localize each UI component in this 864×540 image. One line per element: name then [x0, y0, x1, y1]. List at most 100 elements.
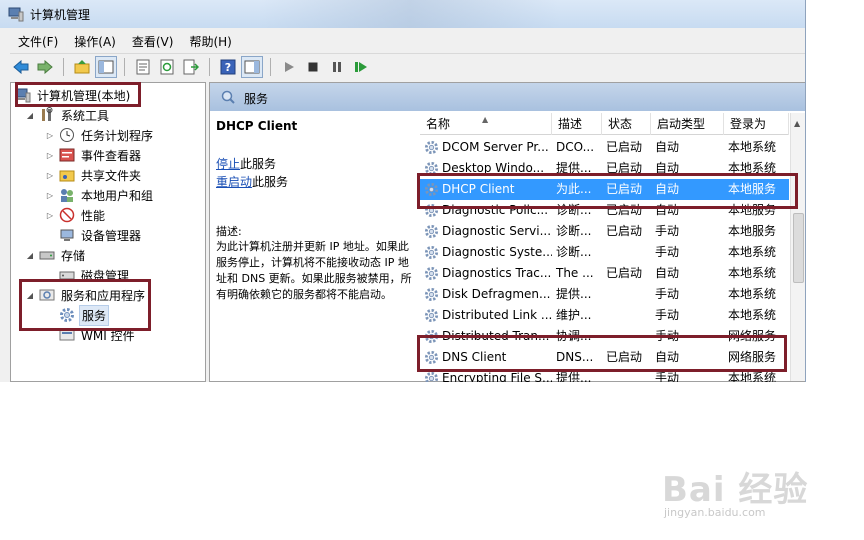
up-folder-button[interactable] [71, 56, 93, 78]
expand-icon[interactable]: ▷ [45, 211, 55, 220]
services-list: 名称 ▲ 描述 状态 启动类型 登录为 DCOM Server Pr... DCO… [420, 113, 805, 382]
play-icon [285, 61, 294, 72]
service-row[interactable]: Distributed Link ... 维护... 手动 本地系统 [420, 305, 789, 326]
title-bar: 计算机管理 [0, 0, 805, 28]
tree-item-storage[interactable]: ◢ 存储 [25, 245, 87, 265]
storage-icon [39, 251, 55, 260]
properties-button[interactable] [132, 56, 154, 78]
expand-icon[interactable]: ▷ [45, 191, 55, 200]
start-service-button[interactable] [278, 56, 300, 78]
service-startup-type: 自动 [655, 140, 680, 154]
service-row[interactable]: Distributed Tran... 协调... 手动 网络服务 [420, 326, 789, 347]
tree-item-device-manager[interactable]: 设备管理器 [59, 225, 143, 245]
watermark-url: jingyan.baidu.com [664, 506, 766, 519]
forward-arrow-icon [37, 59, 53, 74]
performance-icon [59, 207, 75, 223]
service-description: 为此... [556, 182, 592, 196]
service-description: 维护... [556, 308, 592, 322]
show-action-pane-button[interactable] [241, 55, 263, 78]
restart-icon [355, 61, 367, 72]
service-log-on-as: 本地系统 [728, 371, 777, 382]
vertical-scrollbar[interactable]: ▲ [790, 113, 805, 381]
svg-text:?: ? [225, 61, 231, 74]
service-log-on-as: 本地系统 [728, 287, 777, 301]
service-row[interactable]: DCOM Server Pr... DCO... 已启动 自动 本地系统 [420, 137, 789, 158]
tree-item-local-users[interactable]: ▷ 本地用户和组 [45, 185, 155, 205]
service-status: 已启动 [606, 161, 643, 175]
services-pane-header: 服务 [210, 83, 805, 111]
service-description: 提供... [556, 371, 592, 382]
menu-file[interactable]: 文件(F) [10, 30, 66, 52]
pause-service-button[interactable] [326, 56, 348, 78]
refresh-icon [160, 59, 174, 74]
collapse-icon[interactable]: ◢ [25, 111, 35, 120]
computer-management-icon [15, 88, 31, 103]
menu-view[interactable]: 查看(V) [124, 30, 182, 52]
service-name: Diagnostic Servi... [442, 224, 552, 238]
users-icon [61, 189, 73, 202]
restart-service-link[interactable]: 重启动 [216, 175, 252, 189]
forward-button[interactable] [34, 56, 56, 78]
collapse-icon[interactable]: ◢ [25, 251, 35, 260]
stop-service-button[interactable] [302, 56, 324, 78]
column-header-description[interactable]: 描述 [552, 113, 602, 135]
restart-service-button[interactable] [350, 56, 372, 78]
column-header-status[interactable]: 状态 [602, 113, 651, 135]
description-text: 为此计算机注册并更新 IP 地址。如果此服务停止，计算机将不能接收动态 IP 地… [216, 240, 412, 301]
services-pane: 服务 DHCP Client 停止此服务 重启动此服务 描述: 为此计算机注册并… [209, 82, 805, 382]
service-row[interactable]: DHCP Client 为此... 已启动 自动 本地服务 [420, 179, 789, 200]
menu-action[interactable]: 操作(A) [66, 30, 124, 52]
back-button[interactable] [10, 56, 32, 78]
tree-item-system-tools[interactable]: ◢ 系统工具 [25, 105, 111, 125]
menu-help[interactable]: 帮助(H) [181, 30, 239, 52]
service-description: The ... [556, 266, 594, 280]
tree-item-task-scheduler[interactable]: ▷ 任务计划程序 [45, 125, 155, 145]
service-row[interactable]: Desktop Windo... 提供... 已启动 自动 本地系统 [420, 158, 789, 179]
service-log-on-as: 网络服务 [728, 350, 777, 364]
restart-service-row: 重启动此服务 [216, 175, 289, 189]
service-description-panel: DHCP Client 停止此服务 重启动此服务 描述: 为此计算机注册并更新 … [210, 111, 416, 381]
service-row[interactable]: Diagnostic Servi... 诊断... 已启动 手动 本地服务 [420, 221, 789, 242]
service-status: 已启动 [606, 203, 643, 217]
tree-item-shared-folders[interactable]: ▷ 共享文件夹 [45, 165, 143, 185]
stop-service-link[interactable]: 停止 [216, 157, 240, 171]
service-startup-type: 手动 [655, 371, 680, 382]
service-startup-type: 自动 [655, 161, 680, 175]
export-list-button[interactable] [180, 56, 202, 78]
sort-ascending-icon: ▲ [482, 115, 489, 124]
service-description: DNS... [556, 350, 594, 364]
service-row[interactable]: Disk Defragmen... 提供... 手动 本地系统 [420, 284, 789, 305]
tree-item-event-viewer[interactable]: ▷ 事件查看器 [45, 145, 143, 165]
tree-item-services-and-applications[interactable]: ◢ 服务和应用程序 [25, 285, 147, 305]
service-row[interactable]: Diagnostics Trac... The ... 已启动 自动 本地系统 [420, 263, 789, 284]
tree-item-wmi-control[interactable]: WMI 控件 [59, 325, 137, 345]
tree-item-services[interactable]: 服务 [59, 304, 110, 326]
service-row[interactable]: Diagnostic Syste... 诊断... 手动 本地系统 [420, 242, 789, 263]
stop-service-row: 停止此服务 [216, 157, 277, 171]
expand-icon[interactable]: ▷ [45, 131, 55, 140]
expand-icon[interactable]: ▷ [45, 151, 55, 160]
service-log-on-as: 本地服务 [728, 182, 777, 196]
service-row[interactable]: Encrypting File S... 提供... 手动 本地系统 [420, 368, 789, 382]
service-name: DCOM Server Pr... [442, 140, 549, 154]
computer-management-icon [8, 7, 24, 22]
show-hide-tree-button[interactable] [95, 55, 117, 78]
tree-item-disk-management[interactable]: 磁盘管理 [59, 265, 131, 285]
service-log-on-as: 网络服务 [728, 329, 777, 343]
device-manager-icon [60, 229, 74, 241]
service-row[interactable]: DNS Client DNS... 已启动 自动 网络服务 [420, 347, 789, 368]
tree-item-performance[interactable]: ▷ 性能 [45, 205, 107, 225]
service-startup-type: 手动 [655, 245, 680, 259]
column-header-name[interactable]: 名称 ▲ [420, 113, 552, 135]
collapse-icon[interactable]: ◢ [25, 291, 35, 300]
column-header-log-on-as[interactable]: 登录为 [724, 113, 789, 135]
refresh-button[interactable] [156, 56, 178, 78]
column-header-startup-type[interactable]: 启动类型 [651, 113, 724, 135]
scroll-up-icon[interactable]: ▲ [794, 119, 800, 128]
tree-root-computer-management[interactable]: 计算机管理(本地) [15, 85, 132, 105]
scrollbar-thumb[interactable] [793, 213, 804, 283]
service-row[interactable]: Diagnostic Polic... 诊断... 已启动 自动 本地服务 [420, 200, 789, 221]
help-button[interactable]: ? [217, 56, 239, 78]
menu-bar: 文件(F) 操作(A) 查看(V) 帮助(H) [10, 30, 240, 52]
expand-icon[interactable]: ▷ [45, 171, 55, 180]
